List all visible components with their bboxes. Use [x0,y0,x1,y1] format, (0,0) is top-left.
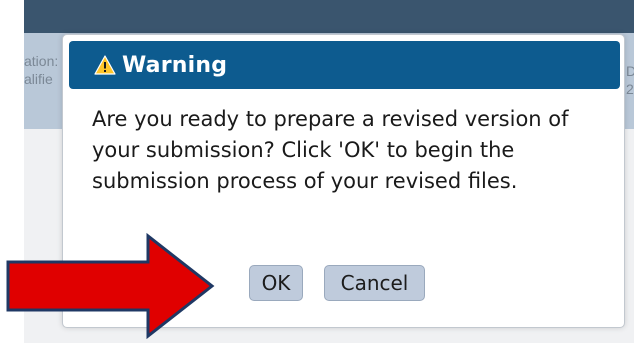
background-text-right: D 2 [626,62,634,98]
background-text-line: ation: [24,53,59,69]
red-arrow-right-icon [6,232,215,340]
dialog-titlebar: Warning [69,41,620,89]
warning-triangle-icon [94,55,116,75]
ok-button[interactable]: OK [249,265,303,301]
dialog-title: Warning [122,52,228,78]
screen: ation: alifie D 2 Warning Are you ready … [0,0,634,343]
dialog-message: Are you ready to prepare a revised versi… [92,107,569,193]
cancel-button[interactable]: Cancel [324,265,425,301]
background-text-line: alifie [24,71,53,87]
background-text-line: D [626,63,634,79]
app-header [24,0,634,33]
background-text-left: ation: alifie [24,52,60,88]
background-text-line: 2 [626,81,634,97]
